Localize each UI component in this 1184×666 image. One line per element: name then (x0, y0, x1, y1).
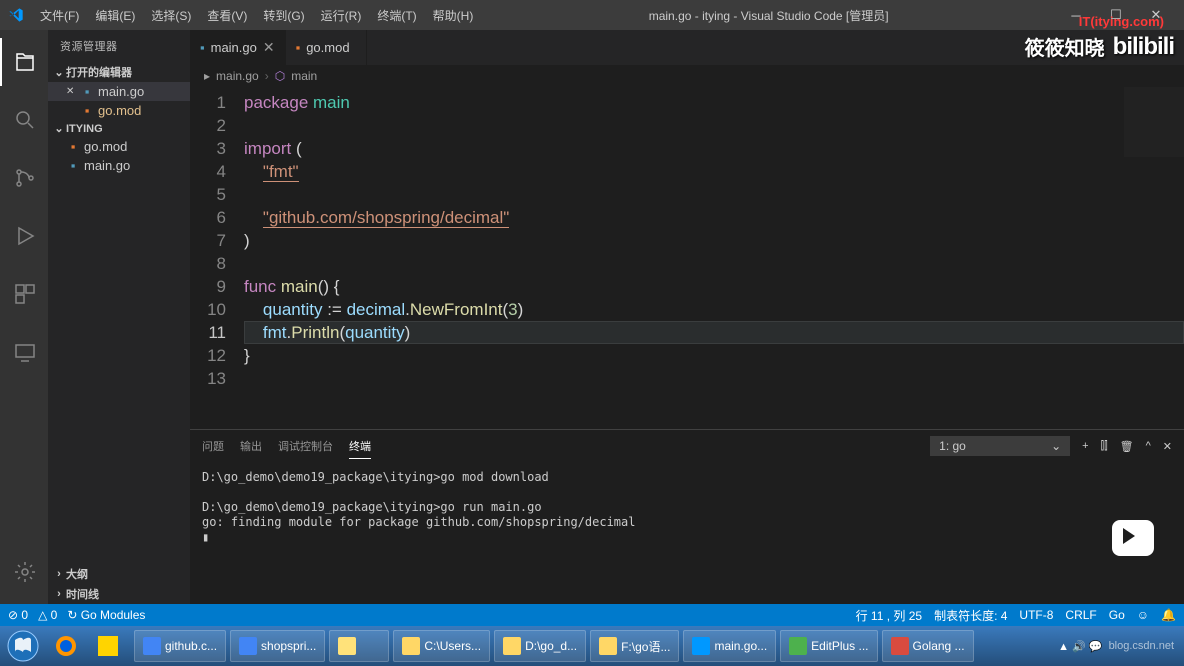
package-icon: ⬡ (275, 69, 285, 83)
menu-item[interactable]: 终端(T) (369, 3, 424, 28)
window-title: main.go - itying - Visual Studio Code [管… (481, 7, 1056, 24)
start-button[interactable] (4, 627, 42, 665)
taskbar-item[interactable]: EditPlus ... (780, 630, 877, 662)
panel-tab[interactable]: 调试控制台 (278, 434, 333, 459)
breadcrumb-symbol[interactable]: main (291, 69, 317, 83)
activity-bar (0, 30, 48, 604)
editor-tab[interactable]: ▪go.mod (286, 30, 367, 65)
editor-area: ▪main.go✕▪go.mod ▸ main.go › ⬡ main 1234… (190, 30, 1184, 604)
taskbar-item[interactable]: F:\go语... (590, 630, 679, 662)
go-modules-status[interactable]: ↻ Go Modules (67, 608, 145, 622)
split-terminal-icon[interactable]: ⫿⫿ (1101, 440, 1108, 453)
warnings-status[interactable]: △ 0 (38, 608, 57, 622)
minimap[interactable] (1124, 87, 1184, 157)
bilibili-play-icon[interactable] (1112, 520, 1154, 556)
menu-item[interactable]: 编辑(E) (87, 3, 143, 28)
cursor-position[interactable]: 行 11 , 列 25 (856, 607, 922, 624)
menu-item[interactable]: 运行(R) (313, 3, 370, 28)
new-terminal-icon[interactable]: + (1082, 440, 1088, 452)
open-editor-item[interactable]: ✕▪main.go (48, 82, 190, 101)
menu-bar: 文件(F)编辑(E)选择(S)查看(V)转到(G)运行(R)终端(T)帮助(H) (32, 3, 481, 28)
tab-size[interactable]: 制表符长度: 4 (934, 607, 1007, 624)
menu-item[interactable]: 文件(F) (32, 3, 87, 28)
menu-item[interactable]: 选择(S) (143, 3, 199, 28)
taskbar-item[interactable]: D:\go_d... (494, 630, 586, 662)
taskbar-item[interactable]: shopspri... (230, 630, 325, 662)
source-control-icon[interactable] (0, 154, 48, 202)
taskbar-item[interactable]: Golang ... (882, 630, 974, 662)
language-mode[interactable]: Go (1109, 607, 1125, 624)
vscode-icon (8, 7, 24, 23)
code-editor[interactable]: 12345678910111213 package main import ( … (190, 87, 1184, 429)
taskbar-item[interactable] (329, 630, 389, 662)
tray-icons[interactable]: ▲ 🔊 💬 (1058, 640, 1102, 653)
taskbar-item[interactable]: github.c... (134, 630, 226, 662)
panel-tabs: 问题输出调试控制台终端 1: go ⌄ + ⫿⫿ 🗑 ^ ✕ (190, 430, 1184, 462)
watermark-red: IT(itying.com) (1079, 14, 1164, 29)
feedback-icon[interactable]: ☺ (1137, 607, 1149, 624)
system-tray[interactable]: ▲ 🔊 💬 blog.csdn.net (1058, 640, 1180, 653)
breadcrumb-file[interactable]: main.go (216, 69, 259, 83)
titlebar: 文件(F)编辑(E)选择(S)查看(V)转到(G)运行(R)终端(T)帮助(H)… (0, 0, 1184, 30)
notifications-icon[interactable]: 🔔 (1161, 607, 1176, 624)
panel-tab[interactable]: 问题 (202, 434, 224, 459)
search-icon[interactable] (0, 96, 48, 144)
terminal-selector[interactable]: 1: go ⌄ (930, 436, 1070, 456)
menu-item[interactable]: 查看(V) (199, 3, 255, 28)
editor-tab[interactable]: ▪main.go✕ (190, 30, 286, 65)
windows-taskbar: github.c...shopspri... C:\Users...D:\go_d… (0, 626, 1184, 666)
taskbar-item[interactable]: main.go... (683, 630, 776, 662)
remote-icon[interactable] (0, 328, 48, 376)
file-item[interactable]: ▪go.mod (48, 137, 190, 156)
open-editor-item[interactable]: ▪go.mod (48, 101, 190, 120)
breadcrumb[interactable]: ▸ main.go › ⬡ main (190, 65, 1184, 87)
explorer-icon[interactable] (0, 38, 48, 86)
maximize-panel-icon[interactable]: ^ (1146, 440, 1151, 452)
settings-icon[interactable] (0, 548, 48, 596)
workspace-header[interactable]: ⌄ITYING (48, 120, 190, 137)
panel: 问题输出调试控制台终端 1: go ⌄ + ⫿⫿ 🗑 ^ ✕ D:\go_dem… (190, 429, 1184, 604)
errors-status[interactable]: ⊘ 0 (8, 608, 28, 622)
explorer-sidebar: 资源管理器 ⌄打开的编辑器 ✕▪main.go▪go.mod ⌄ITYING ▪… (48, 30, 190, 604)
app-icon[interactable] (90, 630, 130, 662)
open-editors-header[interactable]: ⌄打开的编辑器 (48, 62, 190, 82)
go-file-icon: ▸ (204, 69, 210, 83)
file-item[interactable]: ▪main.go (48, 156, 190, 175)
menu-item[interactable]: 转到(G) (255, 3, 312, 28)
sidebar-title: 资源管理器 (48, 30, 190, 62)
blog-watermark: blog.csdn.net (1109, 640, 1174, 652)
statusbar: ⊘ 0 △ 0 ↻ Go Modules 行 11 , 列 25 制表符长度: … (0, 604, 1184, 626)
timeline-header[interactable]: ›时间线 (48, 584, 190, 604)
extensions-icon[interactable] (0, 270, 48, 318)
eol[interactable]: CRLF (1065, 607, 1096, 624)
close-tab-icon[interactable]: ✕ (263, 39, 275, 56)
run-debug-icon[interactable] (0, 212, 48, 260)
panel-tab[interactable]: 终端 (349, 434, 371, 459)
outline-header[interactable]: ›大纲 (48, 564, 190, 584)
terminal[interactable]: D:\go_demo\demo19_package\itying>go mod … (190, 462, 1184, 604)
trash-icon[interactable]: 🗑 (1120, 440, 1134, 453)
taskbar-item[interactable]: C:\Users... (393, 630, 490, 662)
menu-item[interactable]: 帮助(H) (425, 3, 482, 28)
firefox-icon[interactable] (46, 630, 86, 662)
encoding[interactable]: UTF-8 (1019, 607, 1053, 624)
watermark: 筱筱知晓 bilibili (1025, 32, 1174, 61)
panel-tab[interactable]: 输出 (240, 434, 262, 459)
close-panel-icon[interactable]: ✕ (1163, 440, 1172, 453)
